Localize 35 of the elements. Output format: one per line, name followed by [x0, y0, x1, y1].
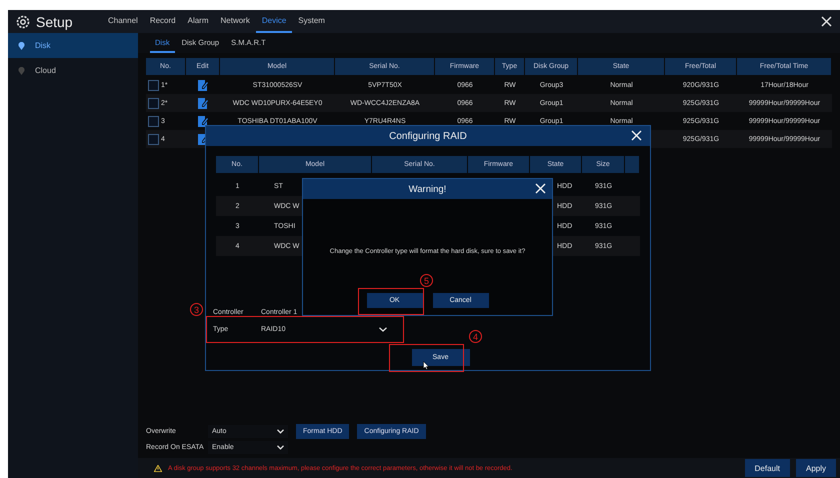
chevron-icon [379, 327, 387, 332]
sidebar-label: Cloud [35, 66, 56, 75]
footer-button[interactable]: Apply [796, 459, 836, 477]
step-number: 3 [190, 303, 203, 316]
close-icon[interactable] [535, 183, 546, 194]
footer-button[interactable]: Default [744, 459, 790, 477]
dialog-title: Configuring RAID [389, 130, 467, 142]
step-number: 5 [420, 274, 433, 287]
settings-icon [16, 14, 30, 28]
menu-tab[interactable]: System [292, 10, 331, 33]
checkbox[interactable] [148, 98, 159, 108]
menu-tab[interactable]: Alarm [182, 10, 214, 33]
sidebar-item[interactable]: Disk [8, 33, 138, 58]
menu-tab[interactable]: Network [214, 10, 256, 33]
sidebar-label: Disk [35, 41, 51, 50]
menu-tab[interactable]: Channel [102, 10, 144, 33]
close-icon[interactable] [821, 16, 832, 27]
checkbox[interactable] [148, 134, 159, 144]
header-cell [625, 156, 639, 173]
edit-icon[interactable] [198, 80, 208, 90]
edit-icon[interactable] [198, 116, 208, 126]
close-icon[interactable] [631, 130, 642, 141]
pin-icon [18, 66, 25, 74]
checkbox[interactable] [148, 116, 159, 126]
edit-icon[interactable] [198, 98, 208, 108]
menu-tab[interactable]: Record [144, 10, 182, 33]
chevron-icon [277, 445, 284, 450]
checkbox[interactable] [148, 80, 159, 90]
pin-icon [18, 42, 25, 50]
warning-icon [154, 464, 162, 472]
window-title: Setup [36, 14, 73, 30]
step-number: 4 [469, 330, 482, 343]
dialog-title: Warning! [408, 184, 446, 194]
sidebar-item[interactable]: Cloud [8, 58, 138, 83]
chevron-icon [277, 429, 284, 434]
